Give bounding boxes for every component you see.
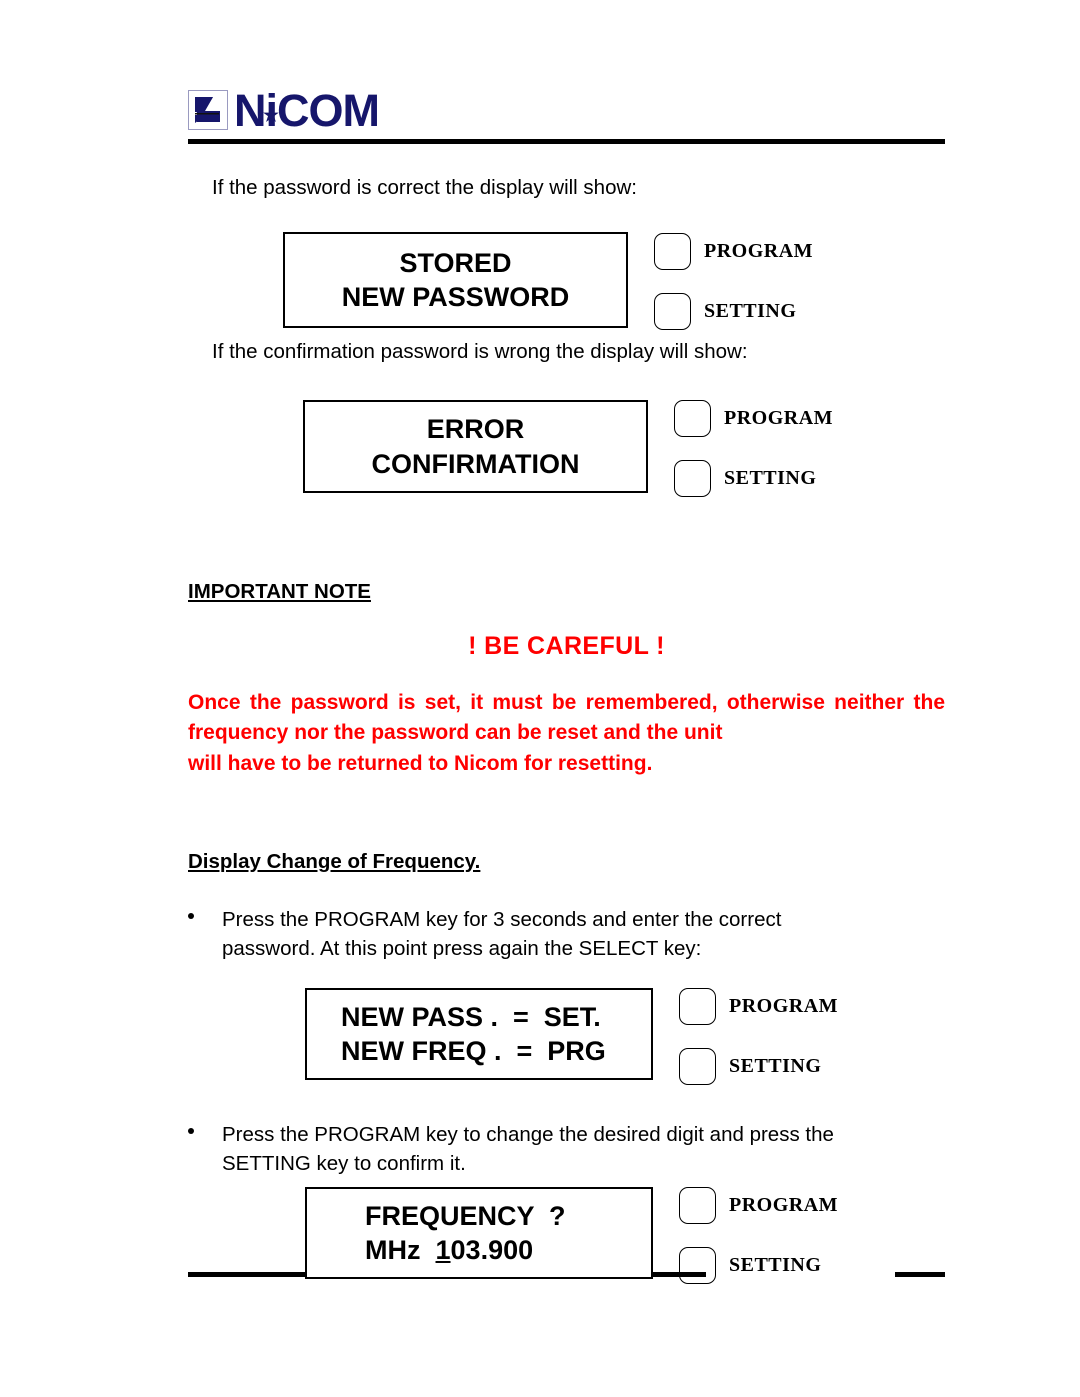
footer-divider-middle — [653, 1272, 706, 1277]
page-header: NiCOM — [188, 84, 945, 144]
lcd-line-1: NEW PASS . = SET. — [341, 1001, 601, 1032]
program-key-row: PROGRAM — [654, 233, 813, 270]
lcd-line-1: FREQUENCY ? — [365, 1200, 566, 1231]
setting-key-row: SETTING — [674, 460, 833, 497]
important-note-heading: IMPORTANT NOTE — [188, 580, 371, 603]
frequency-cursor-digit: 1 — [435, 1235, 451, 1265]
program-key-row: PROGRAM — [674, 400, 833, 437]
program-key-label: PROGRAM — [729, 995, 839, 1017]
lcd-line-2: CONFIRMATION — [371, 448, 580, 479]
footer-divider-right — [895, 1272, 945, 1277]
program-key-label: PROGRAM — [729, 1194, 839, 1216]
intro-text-confirmation-wrong: If the confirmation password is wrong th… — [212, 340, 748, 363]
lcd-line-2: NEW FREQ . = PRG — [341, 1036, 606, 1066]
bullet-dot-icon — [188, 913, 194, 919]
bullet-dot-icon — [188, 1128, 194, 1134]
setting-key-button[interactable] — [654, 293, 691, 330]
setting-key-button[interactable] — [674, 460, 711, 497]
intro-text-password-correct: If the password is correct the display w… — [212, 176, 637, 199]
program-key-button[interactable] — [679, 1187, 716, 1224]
program-key-label: PROGRAM — [704, 240, 814, 262]
bullet-1-line-1: Press the PROGRAM key for 3 seconds and … — [222, 908, 782, 931]
lcd-line-1: ERROR — [426, 414, 525, 445]
lcd-screen: STORED NEW PASSWORD — [283, 232, 628, 328]
keypad: PROGRAM SETTING — [654, 233, 813, 330]
be-careful-heading: ! BE CAREFUL ! — [468, 632, 665, 660]
setting-key-button[interactable] — [679, 1247, 716, 1284]
setting-key-row: SETTING — [679, 1048, 838, 1085]
lcd-line-2: NEW PASSWORD — [341, 282, 570, 312]
bullet-item-2: Press the PROGRAM key to change the desi… — [188, 1120, 943, 1178]
star-icon — [263, 85, 279, 122]
header-divider — [188, 139, 945, 144]
setting-key-label: SETTING — [729, 1254, 822, 1276]
nicom-wordmark: NiCOM — [234, 84, 380, 136]
setting-key-label: SETTING — [704, 300, 797, 322]
warning-text: Once the password is set, it must be rem… — [188, 691, 945, 745]
new-pass-new-freq-display: NEW PASS . = SET. NEW FREQ . = PRG PROGR… — [305, 988, 965, 1085]
setting-key-row: SETTING — [679, 1247, 838, 1284]
setting-key-label: SETTING — [729, 1055, 822, 1077]
program-key-row: PROGRAM — [679, 1187, 838, 1224]
stored-new-password-display: STORED NEW PASSWORD PROGRAM SETTING — [283, 232, 943, 330]
lcd-screen: NEW PASS . = SET. NEW FREQ . = PRG — [305, 988, 653, 1080]
footer-divider-left — [188, 1272, 305, 1277]
setting-key-button[interactable] — [679, 1048, 716, 1085]
bullet-1-line-2: password. At this point press again the … — [222, 937, 702, 961]
lcd-screen: FREQUENCY ? MHz 103.900 — [305, 1187, 653, 1279]
keypad: PROGRAM SETTING — [674, 400, 833, 497]
frequency-value-rest: 03.900 — [450, 1235, 534, 1265]
warning-text-last: will have to be returned to Nicom for re… — [188, 751, 653, 775]
setting-key-row: SETTING — [654, 293, 813, 330]
nicom-logo: NiCOM — [188, 84, 945, 136]
keypad: PROGRAM SETTING — [679, 1187, 838, 1284]
display-change-frequency-heading: Display Change of Frequency. — [188, 850, 481, 873]
bullet-item-1: Press the PROGRAM key for 3 seconds and … — [188, 905, 943, 963]
program-key-button[interactable] — [654, 233, 691, 270]
program-key-label: PROGRAM — [724, 407, 834, 429]
program-key-button[interactable] — [674, 400, 711, 437]
bullet-2-line-2: SETTING key to confirm it. — [222, 1152, 466, 1176]
lcd-line-2: MHz 103.900 — [307, 1233, 651, 1267]
warning-paragraph: Once the password is set, it must be rem… — [188, 688, 945, 779]
program-key-button[interactable] — [679, 988, 716, 1025]
keypad: PROGRAM SETTING — [679, 988, 838, 1085]
lcd-unit-label: MHz — [365, 1235, 436, 1265]
frequency-display: FREQUENCY ? MHz 103.900 PROGRAM SETTING — [305, 1187, 965, 1284]
setting-key-label: SETTING — [724, 467, 817, 489]
lcd-line-1: STORED — [399, 247, 512, 278]
program-key-row: PROGRAM — [679, 988, 838, 1025]
nicom-arrow-mark-icon — [188, 90, 228, 130]
bullet-2-line-1: Press the PROGRAM key to change the desi… — [222, 1123, 834, 1146]
lcd-screen: ERROR CONFIRMATION — [303, 400, 648, 493]
nicom-wordmark-text: NiCOM — [234, 84, 380, 136]
error-confirmation-display: ERROR CONFIRMATION PROGRAM SETTING — [303, 400, 963, 497]
